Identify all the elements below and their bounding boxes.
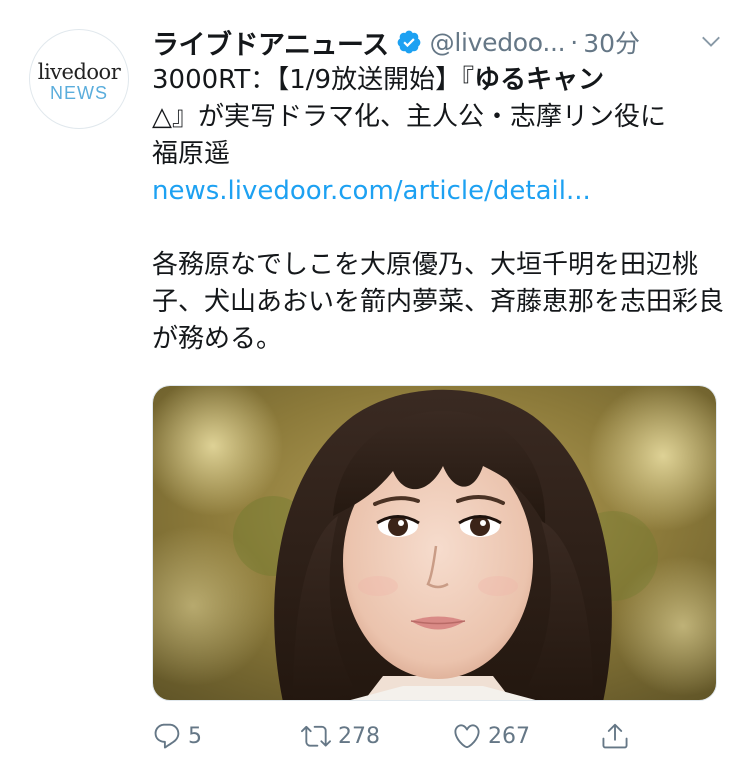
like-count: 267 <box>488 723 530 749</box>
chevron-down-icon[interactable] <box>700 30 722 52</box>
tweet-line-1-bold: ゆるキャン <box>474 65 605 95</box>
display-name[interactable]: ライブドアニュース <box>152 23 389 62</box>
timestamp[interactable]: 30分 <box>583 24 640 60</box>
reply-button[interactable]: 5 <box>152 716 202 756</box>
retweet-icon <box>301 725 331 747</box>
avatar-sub-text: NEWS <box>50 83 108 103</box>
like-button[interactable]: 267 <box>452 716 530 756</box>
reply-icon <box>154 723 180 749</box>
handle[interactable]: @livedoo... <box>430 28 566 57</box>
tweet-line-3: 福原遥 <box>152 139 231 169</box>
like-icon <box>454 724 480 749</box>
avatar-brand-text: livedoor <box>37 60 121 84</box>
tweet-paragraph-2: 各務原なでしこを大原優乃、大垣千明を田辺桃子、犬山あおいを箭内夢菜、斉藤恵那を志… <box>152 250 725 354</box>
avatar[interactable]: livedoor NEWS <box>29 29 129 129</box>
tweet-line-1-prefix: 3000RT：【1/9放送開始】『 <box>152 65 475 95</box>
action-bar: 5 278 267 <box>152 716 712 756</box>
share-icon <box>602 723 628 749</box>
retweet-count: 278 <box>338 723 380 749</box>
portrait-photo <box>153 386 716 700</box>
article-link[interactable]: news.livedoor.com/article/detail... <box>152 173 724 210</box>
reply-count: 5 <box>188 723 202 749</box>
tweet-header: ライブドアニュース @livedoo... · 30分 <box>152 22 722 62</box>
share-button[interactable] <box>600 716 630 756</box>
verified-badge-icon <box>397 30 420 54</box>
tweet-photo[interactable] <box>152 385 717 701</box>
separator-dot: · <box>570 27 579 57</box>
retweet-button[interactable]: 278 <box>300 716 380 756</box>
tweet-line-1: 3000RT：【1/9放送開始】『ゆるキャン <box>152 62 724 99</box>
tweet-line-2: △』が実写ドラマ化、主人公・志摩リン役に <box>152 102 666 132</box>
tweet-card[interactable]: livedoor NEWS ライブドアニュース @livedoo... · 30… <box>0 0 750 771</box>
tweet-text: 3000RT：【1/9放送開始】『ゆるキャン △』が実写ドラマ化、主人公・志摩リ… <box>152 62 724 358</box>
